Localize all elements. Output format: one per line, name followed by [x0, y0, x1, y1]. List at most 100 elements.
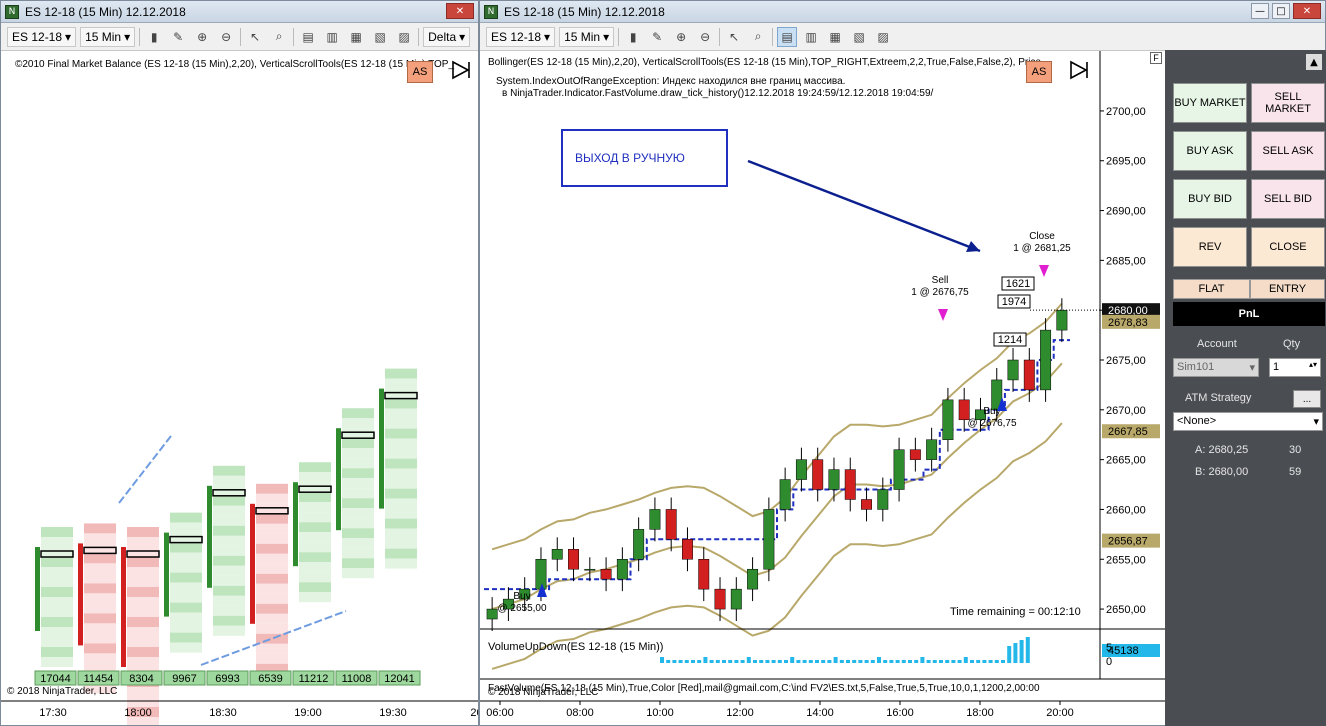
- float-icon[interactable]: F: [1150, 52, 1162, 64]
- sell-market-button[interactable]: SELL MARKET: [1251, 83, 1325, 123]
- candle-body: [877, 489, 889, 510]
- candlestick-icon[interactable]: ▮: [144, 27, 164, 47]
- play-icon[interactable]: [450, 59, 472, 81]
- footprint-cell: [84, 603, 116, 614]
- instrument-selector[interactable]: ES 12-18 ▾: [7, 26, 77, 47]
- footprint-cell: [84, 563, 116, 574]
- right-titlebar[interactable]: N ES 12-18 (15 Min) 12.12.2018 — □ ✕: [480, 1, 1325, 23]
- close-button[interactable]: CLOSE: [1251, 227, 1325, 267]
- zoom-in-icon[interactable]: ⊕: [671, 27, 691, 47]
- pencil-icon[interactable]: ✎: [168, 27, 188, 47]
- footprint-cell: [256, 613, 288, 624]
- volume-bar: [796, 660, 801, 663]
- volume-total-label: 17044: [40, 673, 71, 685]
- footprint-bar: [78, 543, 83, 646]
- left-chart-window[interactable]: N ES 12-18 (15 Min) 12.12.2018 ✕ ES 12-1…: [0, 0, 479, 726]
- footprint-cell: [342, 528, 374, 539]
- footprint-cell: [342, 488, 374, 499]
- footprint-cell: [127, 537, 159, 547]
- footprint-cell: [385, 488, 417, 499]
- footprint-cell: [299, 502, 331, 513]
- atm-more-button[interactable]: ...: [1293, 390, 1321, 408]
- volume-total-label: 9967: [172, 673, 196, 685]
- footprint-cell: [385, 458, 417, 469]
- pencil-icon[interactable]: ✎: [647, 27, 667, 47]
- footprint-cell: [256, 553, 288, 564]
- spinner-icon[interactable]: ▴▾: [1309, 360, 1317, 369]
- price-tick-label: 2675,00: [1106, 355, 1146, 367]
- volume-bar: [660, 657, 664, 663]
- chevron-down-icon: ▾: [1313, 416, 1319, 428]
- play-icon[interactable]: [1068, 59, 1090, 81]
- separator: [719, 27, 721, 46]
- bollinger-upper-badge-label: 2678,83: [1108, 317, 1148, 329]
- zoom-out-icon[interactable]: ⊖: [695, 27, 715, 47]
- footprint-cell: [385, 548, 417, 559]
- volume-total-label: 6993: [215, 673, 239, 685]
- chevron-up-icon[interactable]: ▲: [1306, 54, 1322, 70]
- close-icon[interactable]: ✕: [1293, 3, 1321, 19]
- properties-icon[interactable]: ▨: [873, 27, 893, 47]
- error-message-line1: System.IndexOutOfRangeException: Индекс …: [496, 76, 846, 87]
- buy-market-button[interactable]: BUY MARKET: [1173, 83, 1247, 123]
- chart-trader-icon[interactable]: ▤: [777, 26, 798, 47]
- rev-button[interactable]: REV: [1173, 227, 1247, 267]
- price-tick-label: 2700,00: [1106, 106, 1146, 118]
- cursor-icon[interactable]: ↖: [724, 27, 744, 47]
- separator: [293, 27, 295, 46]
- buy-bid-button[interactable]: BUY BID: [1173, 179, 1247, 219]
- left-window-title: ES 12-18 (15 Min) 12.12.2018: [25, 4, 186, 19]
- interval-selector[interactable]: 15 Min ▾: [80, 26, 136, 47]
- sell-ask-button[interactable]: SELL ASK: [1251, 131, 1325, 171]
- annotation-box[interactable]: ВЫХОД В РУЧНУЮ: [561, 129, 728, 187]
- volume-count: 1214: [998, 334, 1022, 346]
- chart-trader-icon[interactable]: ▦: [346, 27, 366, 47]
- as-button[interactable]: AS: [1026, 61, 1052, 83]
- left-titlebar[interactable]: N ES 12-18 (15 Min) 12.12.2018 ✕: [1, 1, 478, 23]
- candle-body: [812, 459, 824, 490]
- volume-bar: [666, 660, 671, 663]
- data-box-icon[interactable]: ▧: [370, 27, 390, 47]
- search-icon[interactable]: ⌕: [269, 27, 289, 47]
- cursor-icon[interactable]: ↖: [245, 27, 265, 47]
- strategies-icon[interactable]: ▥: [322, 27, 342, 47]
- as-button[interactable]: AS: [407, 61, 433, 83]
- footprint-cell: [41, 587, 73, 597]
- search-icon[interactable]: ⌕: [748, 27, 768, 47]
- footprint-cell: [213, 475, 245, 486]
- qty-stepper[interactable]: 1 ▴▾: [1269, 358, 1321, 377]
- strategies-icon[interactable]: ▦: [825, 27, 845, 47]
- instrument-selector[interactable]: ES 12-18 ▾: [486, 26, 556, 47]
- maximize-icon[interactable]: □: [1272, 3, 1290, 19]
- minimize-icon[interactable]: —: [1251, 3, 1269, 19]
- footprint-cell: [299, 562, 331, 573]
- volume-bar: [939, 660, 943, 663]
- footprint-cell: [256, 523, 288, 534]
- volume-bar: [889, 660, 894, 663]
- sell-bid-button[interactable]: SELL BID: [1251, 179, 1325, 219]
- close-icon[interactable]: ✕: [446, 3, 474, 19]
- zoom-out-icon[interactable]: ⊖: [216, 27, 236, 47]
- properties-icon[interactable]: ▨: [394, 27, 414, 47]
- footprint-cell: [256, 583, 288, 594]
- buy-ask-button[interactable]: BUY ASK: [1173, 131, 1247, 171]
- indicators-icon[interactable]: ▥: [801, 27, 821, 47]
- delta-selector[interactable]: Delta ▾: [423, 26, 471, 47]
- footprint-cell: [170, 582, 202, 593]
- indicators-icon[interactable]: ▤: [298, 27, 318, 47]
- account-select[interactable]: Sim101 ▾: [1173, 358, 1259, 377]
- copyright-label: © 2018 NinjaTrader, LLC: [488, 687, 599, 698]
- zoom-in-icon[interactable]: ⊕: [192, 27, 212, 47]
- candlestick-icon[interactable]: ▮: [623, 27, 643, 47]
- footprint-bar: [121, 547, 126, 667]
- time-tick-label: 18:30: [209, 707, 237, 719]
- footprint-cell: [213, 575, 245, 586]
- interval-selector[interactable]: 15 Min ▾: [559, 26, 615, 47]
- volume-bar: [901, 660, 906, 663]
- footprint-cell: [127, 577, 159, 587]
- footprint-chart[interactable]: 17044 11454 8304 9967 6993 6539 11212 11008 1204…: [1, 51, 479, 726]
- footprint-cell: [84, 653, 116, 664]
- footprint-cell: [213, 605, 245, 616]
- data-box-icon[interactable]: ▧: [849, 27, 869, 47]
- atm-strategy-select[interactable]: <None> ▾: [1173, 412, 1323, 431]
